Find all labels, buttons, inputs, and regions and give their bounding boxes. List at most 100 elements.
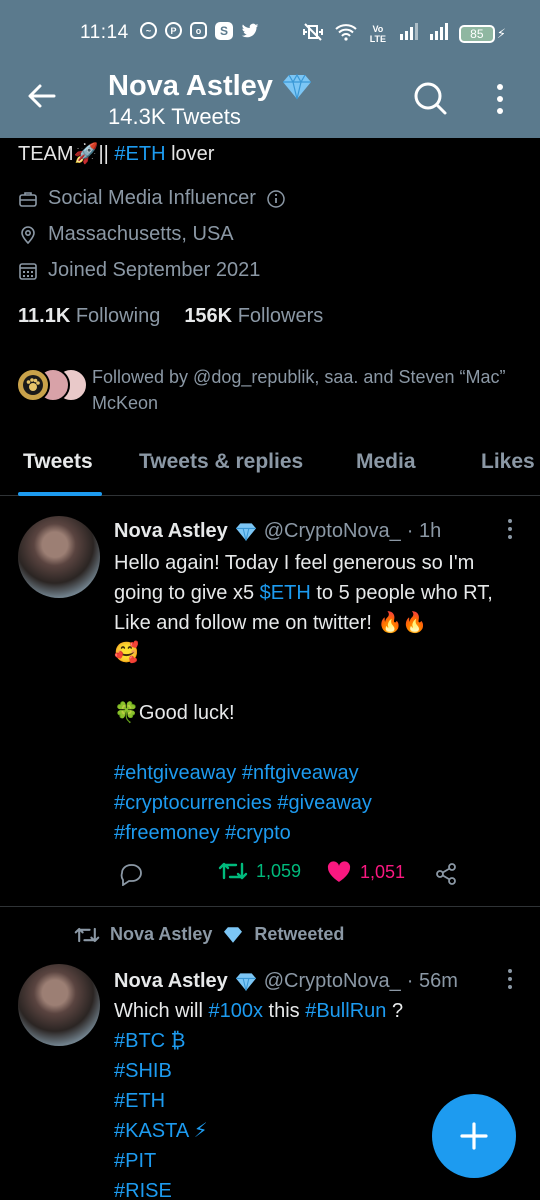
tweet-hashtags-1[interactable]: #ehtgiveaway #nftgiveaway (114, 758, 524, 788)
retweeted-label[interactable]: Nova Astley Retweeted (74, 924, 344, 945)
hashtag-rise[interactable]: #RISE (114, 1176, 524, 1200)
notification-icons: ~ P o S (140, 22, 259, 40)
location-text: Massachusetts, USA (48, 223, 234, 245)
tab-tweets-replies[interactable]: Tweets & replies (139, 450, 303, 474)
cashtag-eth[interactable]: $ETH (260, 582, 311, 604)
followers-link[interactable]: 156K Followers (184, 305, 323, 328)
tweet-text-c: ? (391, 1000, 404, 1022)
follower-avatar-1 (16, 368, 50, 402)
bio-prefix: TEAM🚀|| (18, 143, 109, 165)
followers-label: Followers (237, 305, 324, 327)
tab-media[interactable]: Media (356, 450, 416, 474)
top-bar: 11:14 ~ P o S Vo LTE 85 ⚡ Nova Astley 14… (0, 0, 540, 138)
tweet-text-b: this (268, 1000, 300, 1022)
retweet-icon (218, 862, 248, 880)
header-name: Nova Astley (108, 70, 273, 102)
tweet-header: Nova Astley @CryptoNova_ · 56m (114, 970, 458, 993)
tweet-text-a: Which will (114, 1000, 203, 1022)
like-count: 1,051 (360, 861, 406, 882)
follow-counts: 11.1K Following 156K Followers (18, 305, 323, 328)
profile-tabs: Tweets Tweets & replies Media Likes (0, 440, 540, 496)
tweet-avatar[interactable] (18, 964, 100, 1046)
active-tab-indicator (18, 492, 102, 496)
profile-location: Massachusetts, USA (18, 223, 234, 246)
briefcase-icon (19, 191, 37, 207)
signal-icon-2 (429, 22, 449, 45)
hashtag-shib[interactable]: #SHIB (114, 1056, 524, 1086)
battery-icon: 85 ⚡ (458, 24, 506, 43)
tweet-author-name[interactable]: Nova Astley (114, 970, 228, 993)
tweet-text: Hello again! Today I feel generous so I'… (114, 548, 524, 848)
back-arrow-icon[interactable] (26, 80, 58, 112)
tweet-hashtags-2[interactable]: #cryptocurrencies #giveaway (114, 788, 524, 818)
like-button[interactable]: 1,051 (326, 860, 405, 884)
tweet-paragraph: Hello again! Today I feel generous so I'… (114, 548, 524, 638)
following-link[interactable]: 11.1K Following (18, 305, 160, 328)
profile-joined: Joined September 2021 (18, 259, 260, 282)
charging-icon: ⚡ (496, 25, 506, 41)
reply-icon[interactable] (118, 862, 144, 886)
more-options-icon[interactable] (488, 82, 512, 116)
compose-tweet-button[interactable] (432, 1094, 516, 1178)
info-icon[interactable] (266, 189, 286, 209)
share-icon[interactable] (434, 862, 458, 886)
tweet-more-icon[interactable] (505, 518, 515, 540)
bio-hashtag[interactable]: #ETH (114, 143, 165, 165)
signal-icon-1 (399, 22, 419, 45)
battery-level: 85 (458, 24, 495, 43)
tweet-time: · 56m (406, 970, 458, 992)
tweet-handle: @CryptoNova_ (263, 970, 401, 992)
retweeted-text: Retweeted (254, 924, 345, 944)
tab-likes[interactable]: Likes (481, 450, 535, 474)
calendar-icon (19, 262, 37, 280)
profile-bio: TEAM🚀|| #ETH lover (18, 141, 214, 166)
followers-count: 156K (184, 305, 233, 327)
search-icon[interactable] (412, 80, 448, 116)
followed-by-avatars[interactable] (16, 366, 88, 406)
pinterest-icon: P (165, 22, 182, 39)
header-tweet-count: 14.3K Tweets (108, 104, 241, 129)
volte-label: Vo LTE (369, 23, 387, 44)
diamond-icon (235, 972, 256, 991)
hashtag-bullrun[interactable]: #BullRun (305, 1000, 386, 1022)
tweet-first-line: Which will #100x this #BullRun ? (114, 996, 524, 1026)
diamond-icon (235, 522, 256, 541)
tweet-avatar[interactable] (18, 516, 100, 598)
tweet-header: Nova Astley @CryptoNova_ · 1h (114, 520, 441, 543)
retweet-icon (74, 927, 100, 942)
category-text: Social Media Influencer (48, 187, 256, 209)
s-app-icon: S (215, 22, 233, 40)
diamond-icon (282, 73, 311, 99)
hashtag-btc[interactable]: #BTC ₿ (114, 1026, 524, 1056)
mute-vibrate-icon (301, 23, 325, 44)
heart-icon (327, 861, 351, 882)
twitter-icon (241, 22, 259, 40)
tweet-hashtags-3[interactable]: #freemoney #crypto (114, 818, 524, 848)
status-time: 11:14 (80, 22, 129, 43)
following-count: 11.1K (18, 305, 71, 327)
tweet-actions: 1,059 1,051 (114, 860, 514, 890)
messenger-icon: ~ (140, 22, 157, 39)
tweet-divider (0, 906, 540, 907)
system-icons: Vo LTE 85 ⚡ (301, 22, 506, 45)
wifi-icon (335, 23, 357, 44)
tweet-emoji-line: 🥰 (114, 642, 139, 664)
tweet-good-luck: 🍀Good luck! (114, 702, 235, 724)
instagram-icon: o (190, 22, 207, 39)
hashtag-100x[interactable]: #100x (208, 1000, 263, 1022)
retweet-count: 1,059 (256, 860, 302, 881)
joined-text: Joined September 2021 (48, 259, 261, 281)
tweet-handle: @CryptoNova_ (263, 520, 401, 542)
retweet-button[interactable]: 1,059 (218, 860, 301, 882)
followed-by-text[interactable]: Followed by @dog_republik, saa. and Stev… (92, 364, 512, 416)
location-pin-icon (21, 225, 35, 244)
tweet-more-icon[interactable] (505, 968, 515, 990)
header-title: Nova Astley (108, 70, 313, 103)
status-bar: 11:14 ~ P o S Vo LTE 85 ⚡ (0, 0, 540, 68)
tweet-author-name[interactable]: Nova Astley (114, 520, 228, 543)
tab-tweets[interactable]: Tweets (23, 450, 93, 474)
tweet-time: · 1h (406, 520, 442, 542)
bio-suffix: lover (171, 143, 215, 165)
profile-category: Social Media Influencer (18, 187, 286, 210)
profile-header: Nova Astley 14.3K Tweets (0, 68, 540, 138)
